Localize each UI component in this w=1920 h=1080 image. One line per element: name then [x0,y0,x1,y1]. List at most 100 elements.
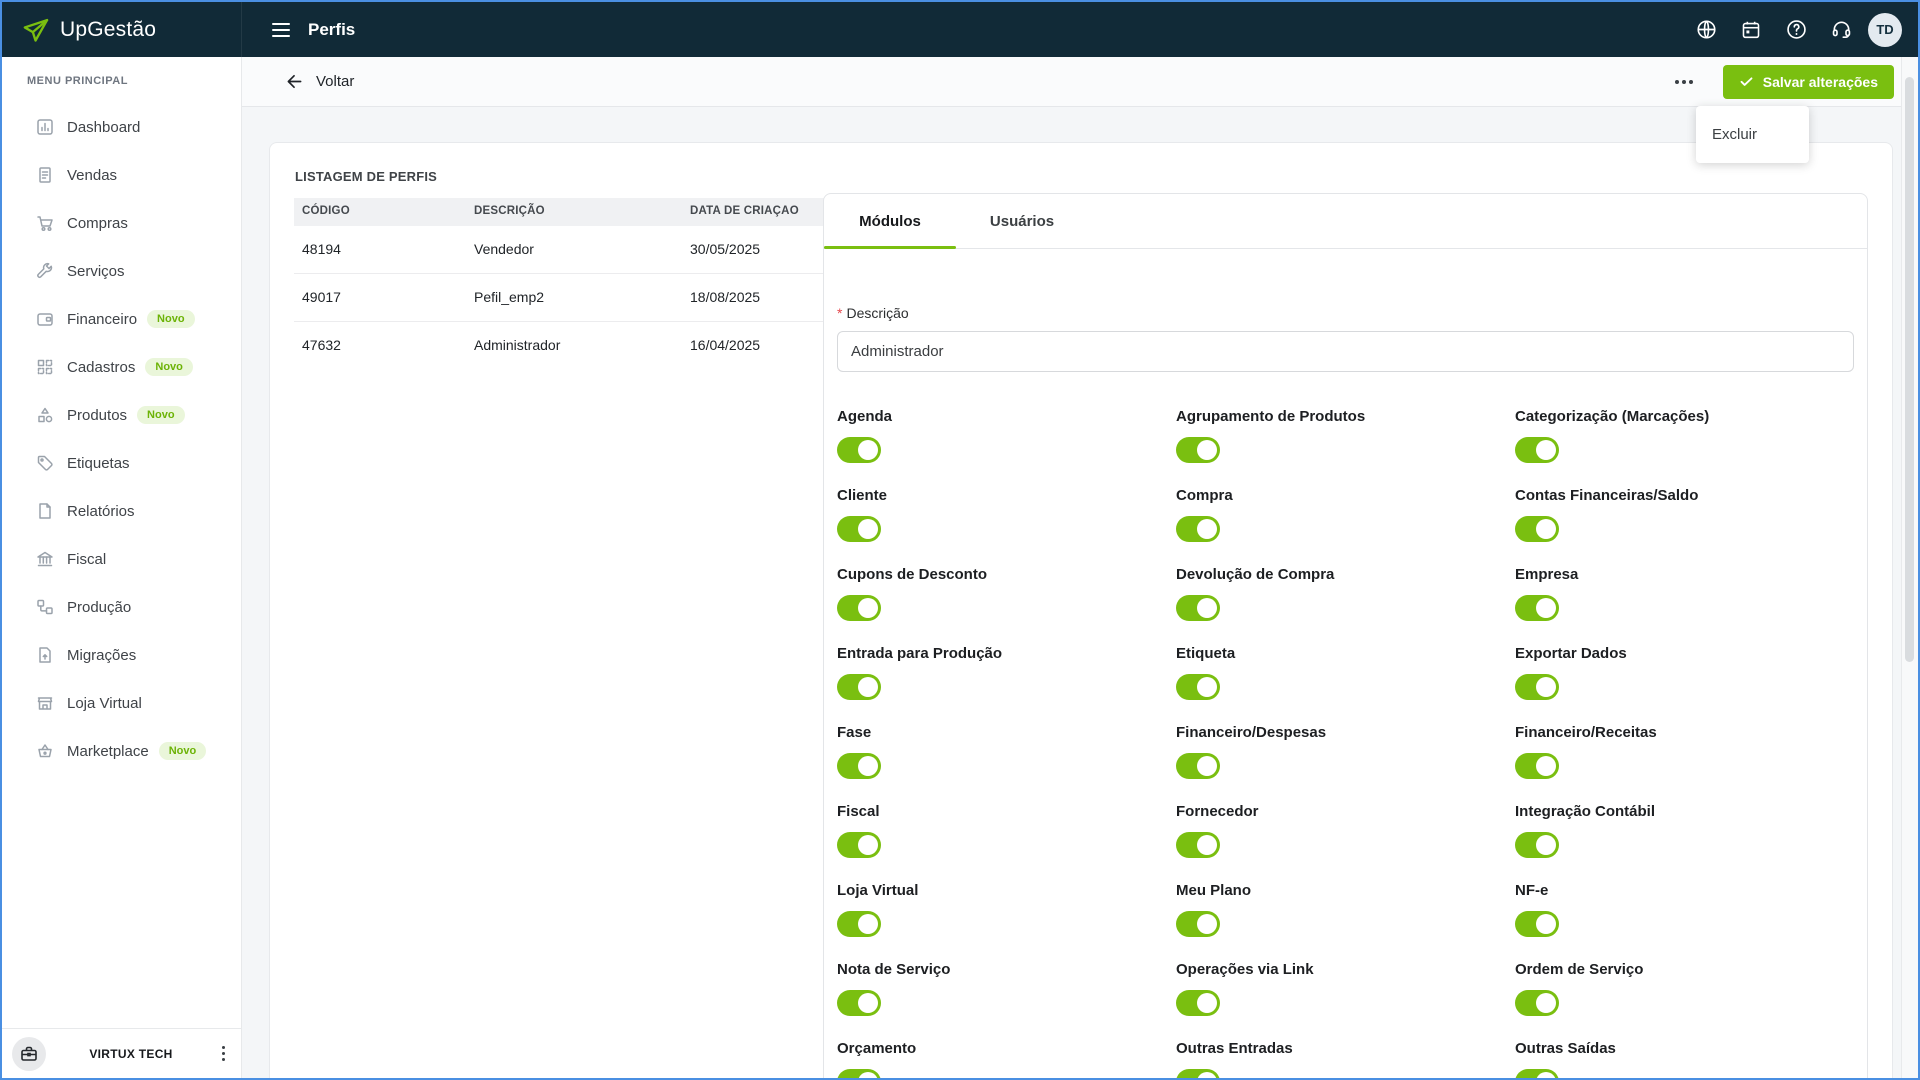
profile-row-48194[interactable]: 48194Vendedor30/05/2025 [294,226,841,274]
sidebar-item-cadastros[interactable]: CadastrosNovo [2,343,241,391]
profile-row-49017[interactable]: 49017Pefil_emp218/08/2025 [294,273,841,321]
module-operacoes-via-link: Operações via Link [1176,961,1515,1040]
toggle-categorizacao-marcacoes[interactable] [1515,437,1559,463]
sidebar-item-loja-virtual[interactable]: Loja Virtual [2,679,241,727]
module-label: Empresa [1515,566,1854,584]
etiquetas-icon [35,453,55,473]
toolbar: Voltar Salvar alterações [242,57,1902,107]
toggle-nf-e[interactable] [1515,911,1559,937]
module-label: Financeiro/Despesas [1176,724,1515,742]
user-avatar[interactable]: TD [1868,13,1902,47]
toggle-agrupamento-de-produtos[interactable] [1176,437,1220,463]
toggle-fiscal[interactable] [837,832,881,858]
arrow-left-icon [284,71,305,92]
back-button[interactable]: Voltar [278,70,360,93]
toggle-financeiro-despesas[interactable] [1176,753,1220,779]
brand-logo[interactable]: UpGestão [2,2,242,57]
module-contas-financeiras-saldo: Contas Financeiras/Saldo [1515,487,1854,566]
toggle-fornecedor[interactable] [1176,832,1220,858]
more-actions-button[interactable] [1669,72,1699,92]
module-label: Outras Saídas [1515,1040,1854,1058]
sidebar-item-label: Serviços [67,263,125,280]
sidebar-item-compras[interactable]: Compras [2,199,241,247]
sidebar-item-migracoes[interactable]: Migrações [2,631,241,679]
cell-data: 18/08/2025 [682,273,841,321]
content: LISTAGEM DE PERFIS CÓDIGO DESCRIÇÃO DATA… [242,107,1902,1078]
cell-descricao: Vendedor [466,226,682,274]
app-window: UpGestão Perfis [0,0,1920,1080]
briefcase-icon[interactable] [12,1037,46,1071]
module-label: Financeiro/Receitas [1515,724,1854,742]
dashboard-icon [35,117,55,137]
toggle-agenda[interactable] [837,437,881,463]
menu-item-excluir[interactable]: Excluir [1696,106,1809,163]
cell-codigo: 49017 [294,273,466,321]
toggle-operacoes-via-link[interactable] [1176,990,1220,1016]
toggle-devolucao-de-compra[interactable] [1176,595,1220,621]
sidebar-item-fiscal[interactable]: Fiscal [2,535,241,583]
sidebar-item-marketplace[interactable]: MarketplaceNovo [2,727,241,775]
toggle-financeiro-receitas[interactable] [1515,753,1559,779]
save-button[interactable]: Salvar alterações [1723,65,1894,99]
toggle-entrada-para-producao[interactable] [837,674,881,700]
module-meu-plano: Meu Plano [1176,882,1515,961]
toggle-cliente[interactable] [837,516,881,542]
toggle-integracao-contabil[interactable] [1515,832,1559,858]
company-name: VIRTUX TECH [46,1047,216,1061]
module-fornecedor: Fornecedor [1176,803,1515,882]
headset-icon[interactable] [1823,12,1859,48]
tab-usuarios[interactable]: Usuários [956,194,1088,248]
module-label: Agenda [837,408,1176,426]
description-input[interactable] [837,331,1854,372]
calendar-icon[interactable] [1733,12,1769,48]
module-cupons-de-desconto: Cupons de Desconto [837,566,1176,645]
profile-row-47632[interactable]: 47632Administrador16/04/2025 [294,321,841,369]
toggle-outras-saidas[interactable] [1515,1069,1559,1080]
module-fase: Fase [837,724,1176,803]
vertical-scrollbar[interactable] [1901,57,1918,1078]
toggle-cupons-de-desconto[interactable] [837,595,881,621]
profiles-card: LISTAGEM DE PERFIS CÓDIGO DESCRIÇÃO DATA… [269,142,1893,1078]
help-icon[interactable] [1778,12,1814,48]
sidebar-item-vendas[interactable]: Vendas [2,151,241,199]
sidebar-item-producao[interactable]: Produção [2,583,241,631]
toggle-loja-virtual[interactable] [837,911,881,937]
novo-badge: Novo [137,406,185,424]
sidebar-item-relatorios[interactable]: Relatórios [2,487,241,535]
module-financeiro-despesas: Financeiro/Despesas [1176,724,1515,803]
cell-codigo: 47632 [294,321,466,369]
sidebar-item-label: Fiscal [67,551,106,568]
module-label: Outras Entradas [1176,1040,1515,1058]
sidebar-item-dashboard[interactable]: Dashboard [2,103,241,151]
toggle-outras-entradas[interactable] [1176,1069,1220,1080]
module-label: Exportar Dados [1515,645,1854,663]
scrollbar-thumb[interactable] [1905,77,1914,662]
module-label: Integração Contábil [1515,803,1854,821]
globe-icon[interactable] [1688,12,1724,48]
sidebar-item-etiquetas[interactable]: Etiquetas [2,439,241,487]
toggle-ordem-de-servico[interactable] [1515,990,1559,1016]
tab-modulos[interactable]: Módulos [824,194,956,248]
toggle-orcamento[interactable] [837,1069,881,1080]
toggle-compra[interactable] [1176,516,1220,542]
produtos-icon [35,405,55,425]
toggle-meu-plano[interactable] [1176,911,1220,937]
company-menu-button[interactable] [216,1040,231,1067]
sidebar-item-produtos[interactable]: ProdutosNovo [2,391,241,439]
toggle-etiqueta[interactable] [1176,674,1220,700]
sidebar-section-label: MENU PRINCIPAL [27,75,241,87]
module-label: Loja Virtual [837,882,1176,900]
toggle-empresa[interactable] [1515,595,1559,621]
sidebar-item-financeiro[interactable]: FinanceiroNovo [2,295,241,343]
toggle-nota-de-servico[interactable] [837,990,881,1016]
toggle-fase[interactable] [837,753,881,779]
toggle-exportar-dados[interactable] [1515,674,1559,700]
cadastros-icon [35,357,55,377]
sidebar-item-label: Migrações [67,647,136,664]
sidebar-item-servicos[interactable]: Serviços [2,247,241,295]
sidebar-item-label: Financeiro [67,311,137,328]
page-title: Perfis [308,20,355,40]
module-ordem-de-servico: Ordem de Serviço [1515,961,1854,1040]
toggle-contas-financeiras-saldo[interactable] [1515,516,1559,542]
menu-toggle-button[interactable] [268,19,294,41]
